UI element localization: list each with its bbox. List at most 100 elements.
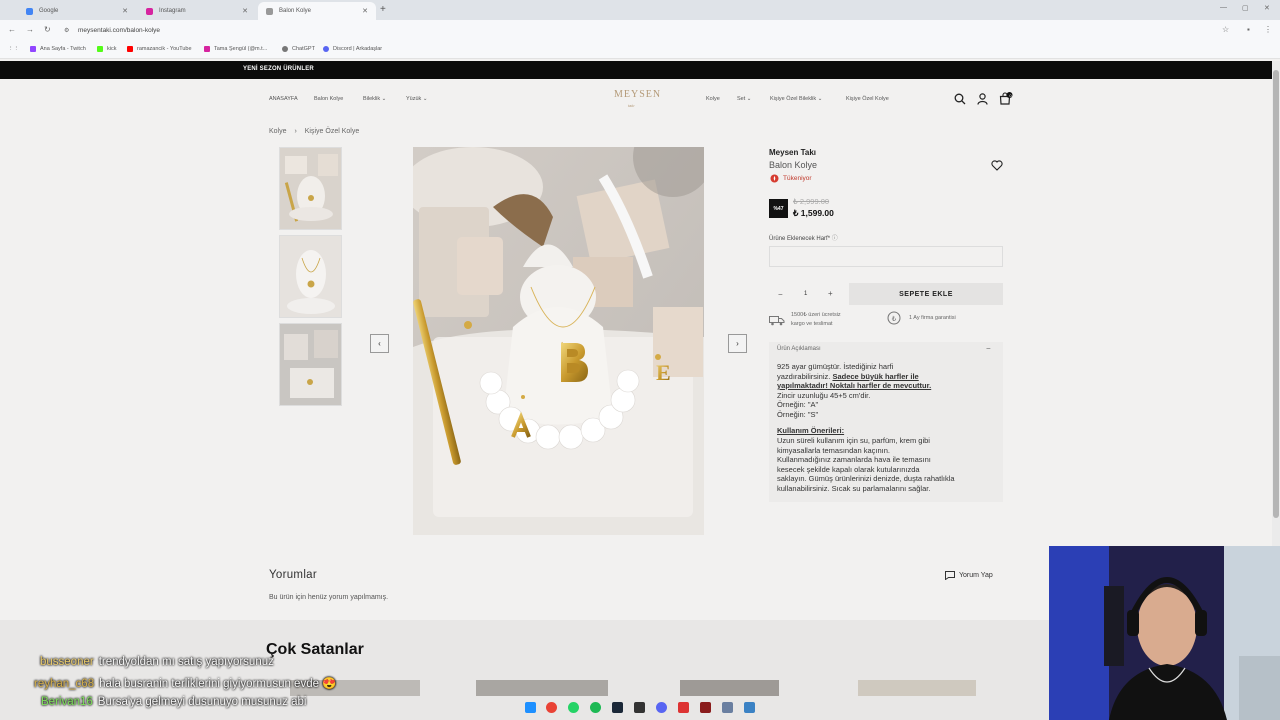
- old-price: ₺ 2,999.00: [793, 197, 830, 206]
- add-to-cart-button[interactable]: SEPETE EKLE: [849, 283, 1003, 305]
- nav-balon-kolye[interactable]: Balon Kolye: [314, 96, 343, 102]
- collapse-icon[interactable]: −: [986, 344, 991, 353]
- tab-label: Instagram: [159, 8, 186, 14]
- usage-line: kimyasallarla temasından kaçının.: [777, 445, 890, 455]
- product-brand[interactable]: Meysen Takı: [769, 148, 816, 157]
- url-input[interactable]: meysentaki.com/balon-kolye: [78, 25, 160, 37]
- nav-kisiye-ozel-bileklik[interactable]: Kişiye Özel Bileklik ⌄: [770, 96, 822, 102]
- youtube-icon: [127, 46, 133, 52]
- carousel-prev-button[interactable]: ‹: [370, 334, 389, 353]
- chevron-left-icon: ‹: [378, 339, 381, 348]
- usage-line: Uzun süreli kullanım için su, parfüm, kr…: [777, 436, 930, 445]
- page-icon: [266, 7, 273, 15]
- usage-line: kesecek şekilde kapalı olarak kutularını…: [777, 464, 920, 474]
- nav-kisiye-ozel-kolye[interactable]: Kişiye Özel Kolye: [846, 96, 889, 102]
- site-logo[interactable]: MEYSEN: [614, 89, 661, 100]
- letter-input[interactable]: [769, 246, 1003, 267]
- bookmark-youtube[interactable]: ramazancik - YouTube: [127, 46, 192, 52]
- steam-icon[interactable]: [612, 702, 623, 713]
- nav-anasayfa[interactable]: ANASAYFA: [269, 96, 298, 102]
- scrollbar-thumb[interactable]: [1273, 70, 1279, 518]
- balloon-letter-necklace-photo: E: [413, 147, 704, 535]
- forward-icon[interactable]: →: [26, 25, 34, 34]
- quantity-value[interactable]: 1: [804, 291, 807, 297]
- apps-icon[interactable]: ⋮⋮: [8, 46, 19, 52]
- info-icon[interactable]: ⓘ: [832, 236, 838, 242]
- bookmark-star-icon[interactable]: ☆: [1222, 25, 1229, 34]
- necklace-thumbnail-image: [280, 236, 341, 317]
- bestseller-product-image[interactable]: [858, 680, 976, 696]
- bookmark-kick[interactable]: kick: [97, 46, 116, 52]
- close-icon[interactable]: ✕: [122, 7, 128, 15]
- search-icon[interactable]: [954, 93, 966, 105]
- product-thumbnail-2[interactable]: [279, 235, 342, 318]
- minimize-icon[interactable]: —: [1220, 4, 1227, 11]
- bestsellers-heading: Çok Satanlar: [266, 641, 364, 658]
- chat-username: reyhan_c68: [34, 678, 95, 690]
- reload-icon[interactable]: ↻: [44, 25, 51, 34]
- bookmark-chatgpt[interactable]: ChatGPT: [282, 46, 315, 52]
- chrome-icon[interactable]: [546, 702, 557, 713]
- discord-icon: [323, 46, 329, 52]
- close-icon[interactable]: ✕: [242, 7, 248, 15]
- bookmark-instagram[interactable]: Tama Şengül (@m.t...: [204, 46, 267, 52]
- site-info-icon[interactable]: ⚙: [64, 27, 69, 34]
- maximize-icon[interactable]: ▢: [1242, 4, 1249, 12]
- nav-set[interactable]: Set ⌄: [737, 96, 751, 102]
- bookmark-twitch[interactable]: Ana Sayfa - Twitch: [30, 46, 86, 52]
- chevron-down-icon: ⌄: [422, 96, 428, 102]
- nav-bileklik[interactable]: Bileklik ⌄: [363, 96, 386, 102]
- product-thumbnail-1[interactable]: [279, 147, 342, 230]
- tab-google[interactable]: Google ✕: [18, 2, 136, 20]
- extensions-icon[interactable]: ▪: [1247, 25, 1250, 34]
- quantity-decrease-button[interactable]: −: [778, 290, 783, 299]
- settings-icon[interactable]: [722, 702, 733, 713]
- trend-badge: Tükeniyor: [770, 174, 812, 183]
- necklace-thumbnail-image: [280, 148, 341, 229]
- bestseller-product-image[interactable]: [476, 680, 608, 696]
- app-icon[interactable]: [744, 702, 755, 713]
- nav-kolye[interactable]: Kolye: [706, 96, 720, 102]
- twitch-icon: [30, 46, 36, 52]
- chat-message: Berivan16 Bursa'ya gelmeyi dusunuyo musun…: [41, 696, 306, 708]
- close-window-icon[interactable]: ✕: [1264, 4, 1270, 12]
- obs-icon[interactable]: [634, 702, 645, 713]
- description-line: 925 ayar gümüştür. İstediğiniz harfi: [777, 362, 894, 371]
- windows-start-icon[interactable]: [525, 702, 536, 713]
- write-review-button[interactable]: Yorum Yap: [945, 571, 993, 580]
- menu-icon[interactable]: ⋮: [1264, 25, 1272, 34]
- back-icon[interactable]: ←: [8, 25, 16, 34]
- reviews-empty-text: Bu ürün için henüz yorum yapılmamış.: [269, 594, 389, 601]
- warranty-icon: ₺: [887, 311, 901, 325]
- close-icon[interactable]: ✕: [362, 7, 368, 15]
- instagram-icon: [146, 7, 153, 15]
- product-main-image[interactable]: E: [413, 147, 704, 535]
- nav-yuzuk[interactable]: Yüzük ⌄: [406, 96, 427, 102]
- app-icon[interactable]: [700, 702, 711, 713]
- usage-line: kullanabilirsiniz. Sıcak su parlamaların…: [777, 483, 931, 493]
- instagram-icon: [204, 46, 210, 52]
- chat-text: Bursa'ya gelmeyi dusunuyo musunuz abi: [97, 696, 307, 708]
- chat-username: busseoner: [40, 656, 94, 668]
- quantity-increase-button[interactable]: +: [828, 289, 833, 298]
- bestseller-product-image[interactable]: [680, 680, 779, 696]
- tab-instagram[interactable]: Instagram ✕: [138, 2, 256, 20]
- bookmark-discord[interactable]: Discord | Arkadaşlar: [323, 46, 382, 52]
- breadcrumb-link-kolye[interactable]: Kolye: [269, 128, 287, 135]
- announcement-text[interactable]: YENİ SEZON ÜRÜNLER: [243, 66, 314, 72]
- discord-icon[interactable]: [656, 702, 667, 713]
- carousel-next-button[interactable]: ›: [728, 334, 747, 353]
- breadcrumb: Kolye › Kişiye Özel Kolye: [269, 128, 359, 135]
- chevron-right-icon: ›: [736, 339, 739, 348]
- product-thumbnail-3[interactable]: [279, 323, 342, 406]
- usage-line: saklayın. Gümüş ürünlerinizi denizde, du…: [777, 474, 955, 483]
- tab-balon-kolye[interactable]: Balon Kolye ✕: [258, 2, 376, 20]
- new-tab-icon[interactable]: +: [380, 4, 386, 15]
- spotify-icon[interactable]: [590, 702, 601, 713]
- favorite-heart-icon[interactable]: [991, 160, 1003, 171]
- app-icon[interactable]: [678, 702, 689, 713]
- user-icon[interactable]: [977, 93, 988, 105]
- whatsapp-icon[interactable]: [568, 702, 579, 713]
- description-accordion-header[interactable]: Ürün Açıklaması: [777, 346, 821, 352]
- breadcrumb-link-kisiye-ozel-kolye[interactable]: Kişiye Özel Kolye: [305, 128, 359, 135]
